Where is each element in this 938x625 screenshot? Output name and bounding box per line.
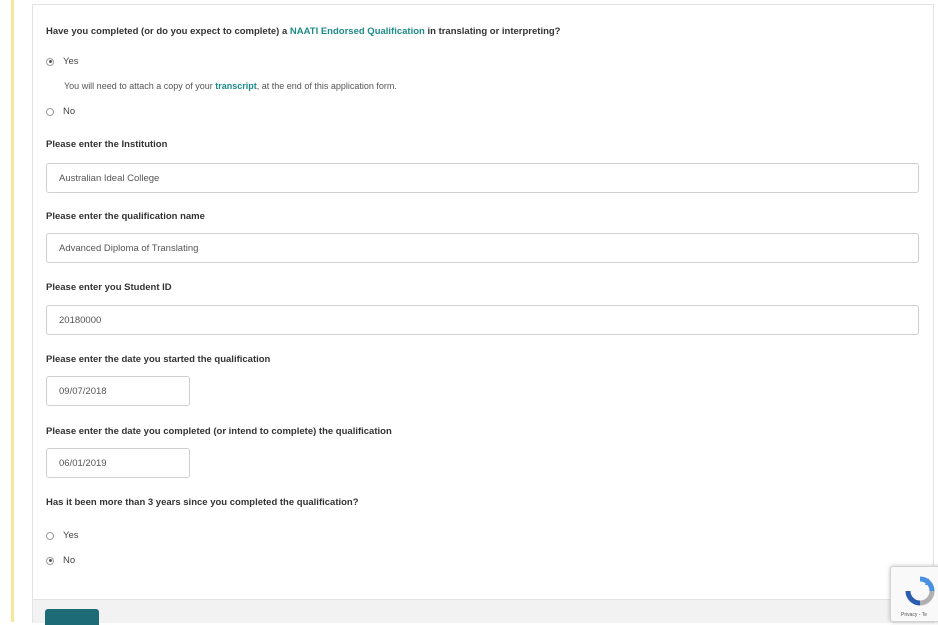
three-years-yes-radio[interactable]	[46, 531, 54, 540]
student-id-label: Please enter you Student ID	[46, 282, 172, 293]
recaptcha-icon	[905, 576, 935, 606]
qualification-name-input[interactable]	[46, 233, 919, 263]
transcript-link[interactable]: transcript	[215, 81, 257, 91]
recaptcha-badge[interactable]: Privacy - Te	[890, 566, 938, 622]
three-years-yes-option[interactable]: Yes	[46, 530, 79, 541]
institution-input[interactable]	[46, 163, 919, 193]
submit-button[interactable]	[45, 609, 99, 625]
three-years-no-radio[interactable]	[46, 556, 54, 565]
naati-yes-label: Yes	[63, 56, 79, 67]
institution-label: Please enter the Institution	[46, 139, 168, 150]
form-footer	[32, 599, 934, 623]
naati-no-label: No	[63, 106, 76, 117]
form-panel	[32, 4, 934, 600]
transcript-note-prefix: You will need to attach a copy of your	[64, 81, 216, 91]
naati-question: Have you completed (or do you expect to …	[46, 26, 561, 37]
end-date-input[interactable]	[46, 448, 190, 478]
start-date-label: Please enter the date you started the qu…	[46, 354, 271, 365]
transcript-note: You will need to attach a copy of your t…	[64, 81, 397, 91]
end-date-label: Please enter the date you completed (or …	[46, 426, 392, 437]
naati-question-prefix: Have you completed (or do you expect to …	[46, 26, 290, 37]
naati-no-radio[interactable]	[46, 107, 54, 116]
start-date-input[interactable]	[46, 376, 190, 406]
naati-yes-option[interactable]: Yes	[46, 56, 79, 67]
three-years-question: Has it been more than 3 years since you …	[46, 497, 359, 508]
transcript-note-suffix: , at the end of this application form.	[256, 81, 397, 91]
naati-qualification-link[interactable]: NAATI Endorsed Qualification	[290, 26, 425, 37]
recaptcha-privacy-terms[interactable]: Privacy - Te	[901, 612, 927, 618]
naati-yes-radio[interactable]	[46, 57, 54, 66]
three-years-no-option[interactable]: No	[46, 555, 75, 566]
qualification-label: Please enter the qualification name	[46, 211, 205, 222]
three-years-no-label: No	[63, 555, 76, 566]
naati-no-option[interactable]: No	[46, 106, 75, 117]
left-accent-border	[11, 0, 14, 622]
student-id-input[interactable]	[46, 305, 919, 335]
naati-question-suffix: in translating or interpreting?	[424, 26, 561, 37]
three-years-yes-label: Yes	[63, 530, 79, 541]
